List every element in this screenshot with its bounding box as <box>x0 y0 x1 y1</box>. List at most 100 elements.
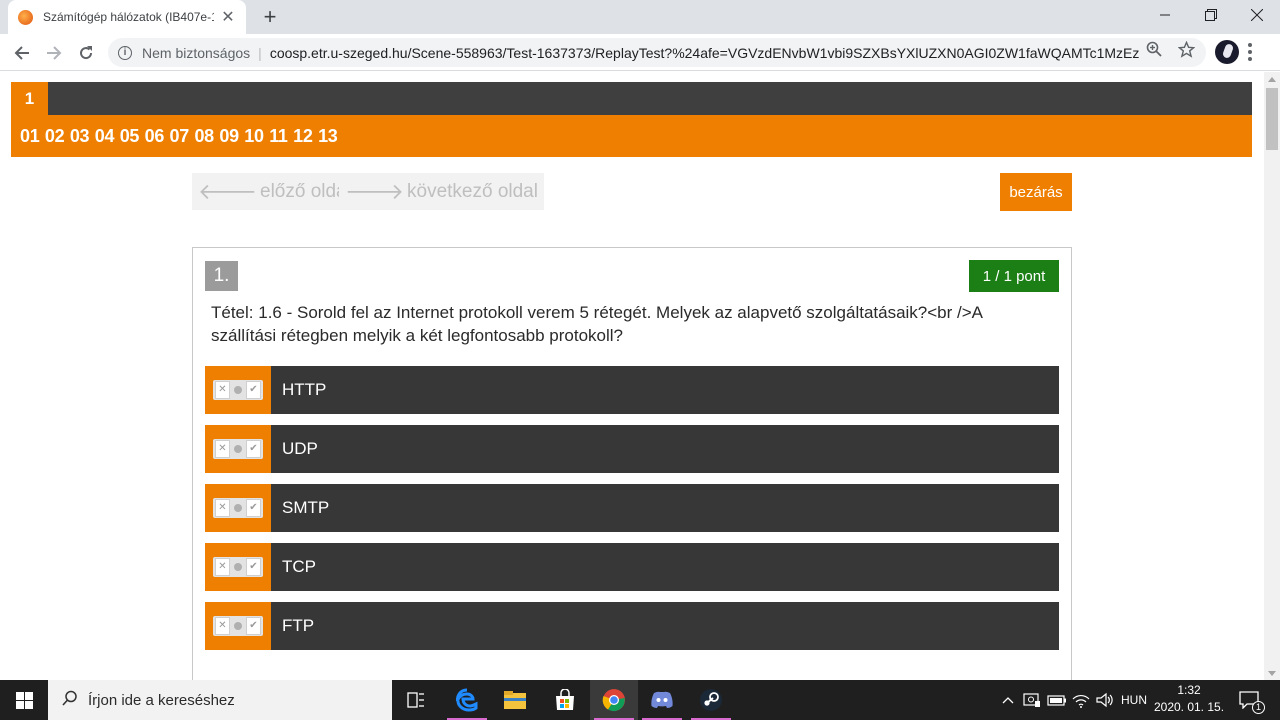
answer-label: HTTP <box>282 380 327 399</box>
task-view-icon[interactable] <box>392 680 440 720</box>
answer-toggle[interactable]: ✕ ✔ <box>205 425 271 473</box>
scroll-up-icon[interactable] <box>1268 77 1276 82</box>
arrow-right-icon: 🡒 <box>345 178 404 204</box>
question-link[interactable]: 01 <box>20 126 40 147</box>
close-tab-icon[interactable]: ✕ <box>220 7 236 27</box>
answer-toggle[interactable]: ✕ ✔ <box>205 543 271 591</box>
tristate-switch[interactable]: ✕ ✔ <box>213 380 263 400</box>
question-text: Tétel: 1.6 - Sorold fel az Internet prot… <box>211 303 983 345</box>
url-text[interactable]: coosp.etr.u-szeged.hu/Scene-558963/Test-… <box>270 45 1140 61</box>
next-page-label: következő oldal <box>407 180 538 202</box>
tray-app-icon[interactable] <box>1020 680 1044 720</box>
section-tab-active[interactable]: 1 <box>11 82 48 115</box>
discord-icon[interactable] <box>638 680 686 720</box>
question-link[interactable]: 12 <box>293 126 313 147</box>
next-page-button[interactable]: 🡒 következő oldal <box>339 173 544 210</box>
scroll-down-icon[interactable] <box>1268 671 1276 676</box>
answer-option: ✕ ✔ FTP <box>205 602 1059 650</box>
neutral-dot-icon[interactable] <box>234 563 242 571</box>
windows-logo-icon <box>15 691 33 709</box>
zoom-icon[interactable] <box>1143 38 1165 60</box>
answer-option: ✕ ✔ UDP <box>205 425 1059 473</box>
minimize-window-button[interactable] <box>1142 0 1188 30</box>
question-card: 1. 1 / 1 pont Tétel: 1.6 - Sorold fel az… <box>192 247 1072 680</box>
neutral-dot-icon[interactable] <box>234 445 242 453</box>
bookmark-star-icon[interactable] <box>1175 38 1197 60</box>
notification-center-icon[interactable]: 1 <box>1234 680 1265 720</box>
question-link[interactable]: 07 <box>170 126 190 147</box>
tab-title: Számítógép hálózatok (IB407e-1) <box>43 10 214 24</box>
browser-toolbar: i Nem biztonságos | coosp.etr.u-szeged.h… <box>0 34 1280 71</box>
wifi-icon[interactable] <box>1069 680 1093 720</box>
neutral-dot-icon[interactable] <box>234 504 242 512</box>
security-label: Nem biztonságos <box>142 44 251 61</box>
start-button[interactable] <box>0 680 48 720</box>
question-link[interactable]: 02 <box>45 126 65 147</box>
address-bar[interactable]: i Nem biztonságos | coosp.etr.u-szeged.h… <box>108 38 1206 67</box>
clock-date: 2020. 01. 15. <box>1153 700 1225 714</box>
question-link[interactable]: 10 <box>244 126 264 147</box>
scrollbar-thumb[interactable] <box>1266 88 1278 150</box>
question-link[interactable]: 11 <box>269 126 288 147</box>
question-link[interactable]: 13 <box>318 126 338 147</box>
answer-toggle[interactable]: ✕ ✔ <box>205 484 271 532</box>
question-link[interactable]: 09 <box>219 126 239 147</box>
chrome-icon[interactable] <box>590 680 638 720</box>
back-button[interactable] <box>8 39 36 67</box>
true-check-icon[interactable]: ✔ <box>246 558 261 576</box>
answer-label: FTP <box>282 616 315 635</box>
false-mark-icon[interactable]: ✕ <box>215 499 230 517</box>
windows-taskbar: Írjon ide a kereséshez HUN 1:32 2020. 01… <box>0 680 1280 720</box>
question-link[interactable]: 03 <box>70 126 90 147</box>
tray-expand-chevron-icon[interactable] <box>998 680 1018 720</box>
false-mark-icon[interactable]: ✕ <box>215 558 230 576</box>
profile-avatar[interactable] <box>1215 40 1239 64</box>
page-scrollbar[interactable] <box>1264 72 1280 680</box>
question-link[interactable]: 04 <box>95 126 115 147</box>
tristate-switch[interactable]: ✕ ✔ <box>213 439 263 459</box>
answer-toggle[interactable]: ✕ ✔ <box>205 366 271 414</box>
taskbar-search[interactable]: Írjon ide a kereséshez <box>48 680 392 720</box>
answer-label: SMTP <box>282 498 330 517</box>
tristate-switch[interactable]: ✕ ✔ <box>213 498 263 518</box>
prev-page-button[interactable]: 🡐 előző oldal <box>192 173 357 210</box>
file-explorer-icon[interactable] <box>491 680 539 720</box>
answer-toggle[interactable]: ✕ ✔ <box>205 602 271 650</box>
answer-option: ✕ ✔ SMTP <box>205 484 1059 532</box>
question-number: 1. <box>205 261 238 291</box>
battery-icon[interactable] <box>1045 680 1069 720</box>
neutral-dot-icon[interactable] <box>234 386 242 394</box>
site-favicon-icon <box>18 9 33 25</box>
restore-window-button[interactable] <box>1188 0 1234 30</box>
volume-icon[interactable] <box>1093 680 1117 720</box>
false-mark-icon[interactable]: ✕ <box>215 381 230 399</box>
close-window-button[interactable] <box>1234 0 1280 30</box>
true-check-icon[interactable]: ✔ <box>246 440 261 458</box>
browser-tab[interactable]: Számítógép hálózatok (IB407e-1) ✕ <box>8 0 246 34</box>
edge-browser-icon[interactable] <box>443 680 491 720</box>
false-mark-icon[interactable]: ✕ <box>215 440 230 458</box>
reload-button[interactable] <box>72 39 100 67</box>
question-link[interactable]: 08 <box>194 126 214 147</box>
microsoft-store-icon[interactable] <box>541 680 589 720</box>
tristate-switch[interactable]: ✕ ✔ <box>213 557 263 577</box>
false-mark-icon[interactable]: ✕ <box>215 617 230 635</box>
info-icon[interactable]: i <box>118 45 132 60</box>
true-check-icon[interactable]: ✔ <box>246 499 261 517</box>
tristate-switch[interactable]: ✕ ✔ <box>213 616 263 636</box>
close-button[interactable]: bezárás <box>1000 173 1072 211</box>
answer-label: TCP <box>282 557 316 576</box>
true-check-icon[interactable]: ✔ <box>246 381 261 399</box>
arrow-left-icon: 🡐 <box>198 178 257 204</box>
forward-button[interactable] <box>40 39 68 67</box>
true-check-icon[interactable]: ✔ <box>246 617 261 635</box>
language-indicator[interactable]: HUN <box>1118 680 1150 720</box>
new-tab-button[interactable]: + <box>258 5 282 29</box>
neutral-dot-icon[interactable] <box>234 622 242 630</box>
prev-page-label: előző oldal <box>260 180 351 202</box>
browser-menu-icon[interactable] <box>1248 43 1252 61</box>
question-link[interactable]: 06 <box>145 126 165 147</box>
clock[interactable]: 1:32 2020. 01. 15. <box>1150 682 1228 716</box>
steam-icon[interactable] <box>687 680 735 720</box>
question-link[interactable]: 05 <box>120 126 140 147</box>
